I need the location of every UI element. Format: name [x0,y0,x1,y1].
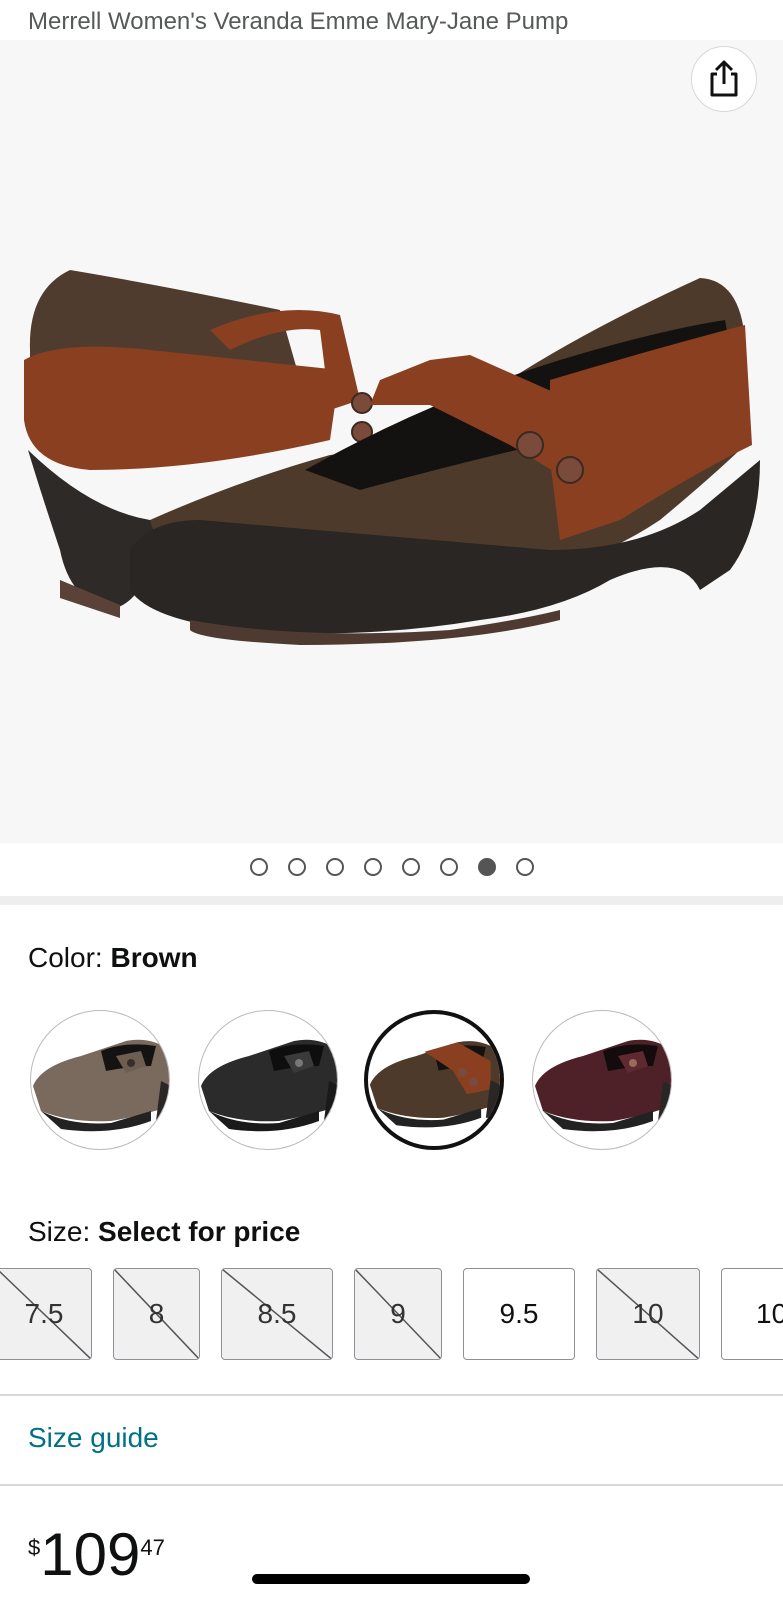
size-option-8-5[interactable]: 8.5 [221,1268,333,1360]
gallery-dot[interactable] [515,858,534,876]
shoe-thumbnail-icon [201,1039,337,1132]
color-swatch-black[interactable] [198,1010,338,1150]
size-option-9-5[interactable]: 9.5 [463,1268,575,1360]
gallery-dot[interactable] [287,858,306,876]
size-option-10-partial[interactable]: 10 [721,1268,783,1360]
color-swatches [0,1010,783,1152]
size-option-8[interactable]: 8 [113,1268,200,1360]
price-fraction: 47 [140,1535,165,1560]
price-currency-symbol: $ [28,1535,41,1560]
size-guide-link[interactable]: Size guide [28,1422,159,1454]
title-bar: Merrell Women's Veranda Emme Mary-Jane P… [0,0,783,40]
size-option-10[interactable]: 10 [596,1268,700,1360]
gallery-dot[interactable] [325,858,344,876]
gallery-dot[interactable] [363,858,382,876]
color-swatch-burgundy[interactable] [532,1010,672,1150]
shoe-thumbnail-icon [369,1041,500,1128]
selected-color: Brown [110,942,198,973]
product-image-shoe [24,270,760,645]
shoe-thumbnail-icon [33,1039,169,1132]
size-selected-text: Select for price [98,1216,301,1247]
shoe-thumbnail-icon [535,1039,671,1132]
size-options: 7.5 8 8.5 9 9.5 10 10 [0,1268,783,1362]
color-selector-label: Color: Brown [28,942,198,974]
gallery-dot[interactable] [439,858,458,876]
gallery-dot[interactable] [249,858,268,876]
color-swatch-brown-selected[interactable] [364,1010,504,1150]
price-whole: 109 [40,1521,141,1588]
size-option-7-5[interactable]: 7.5 [0,1268,92,1360]
size-label: Size: [28,1216,91,1247]
size-option-9[interactable]: 9 [354,1268,442,1360]
gallery-pagination-dots [0,858,783,878]
gallery-dot-active[interactable] [477,858,496,876]
product-image-gallery[interactable] [0,40,783,843]
color-label: Color: [28,942,103,973]
section-separator [0,896,783,905]
color-swatch-taupe[interactable] [30,1010,170,1150]
price: $10947 [28,1525,165,1595]
share-icon [710,60,738,97]
divider [0,1484,783,1486]
product-title: Merrell Women's Veranda Emme Mary-Jane P… [28,8,569,35]
gallery-dot[interactable] [401,858,420,876]
size-selector-label: Size: Select for price [28,1216,300,1248]
home-indicator[interactable] [252,1574,530,1584]
divider [0,1394,783,1396]
share-button[interactable] [691,46,757,112]
